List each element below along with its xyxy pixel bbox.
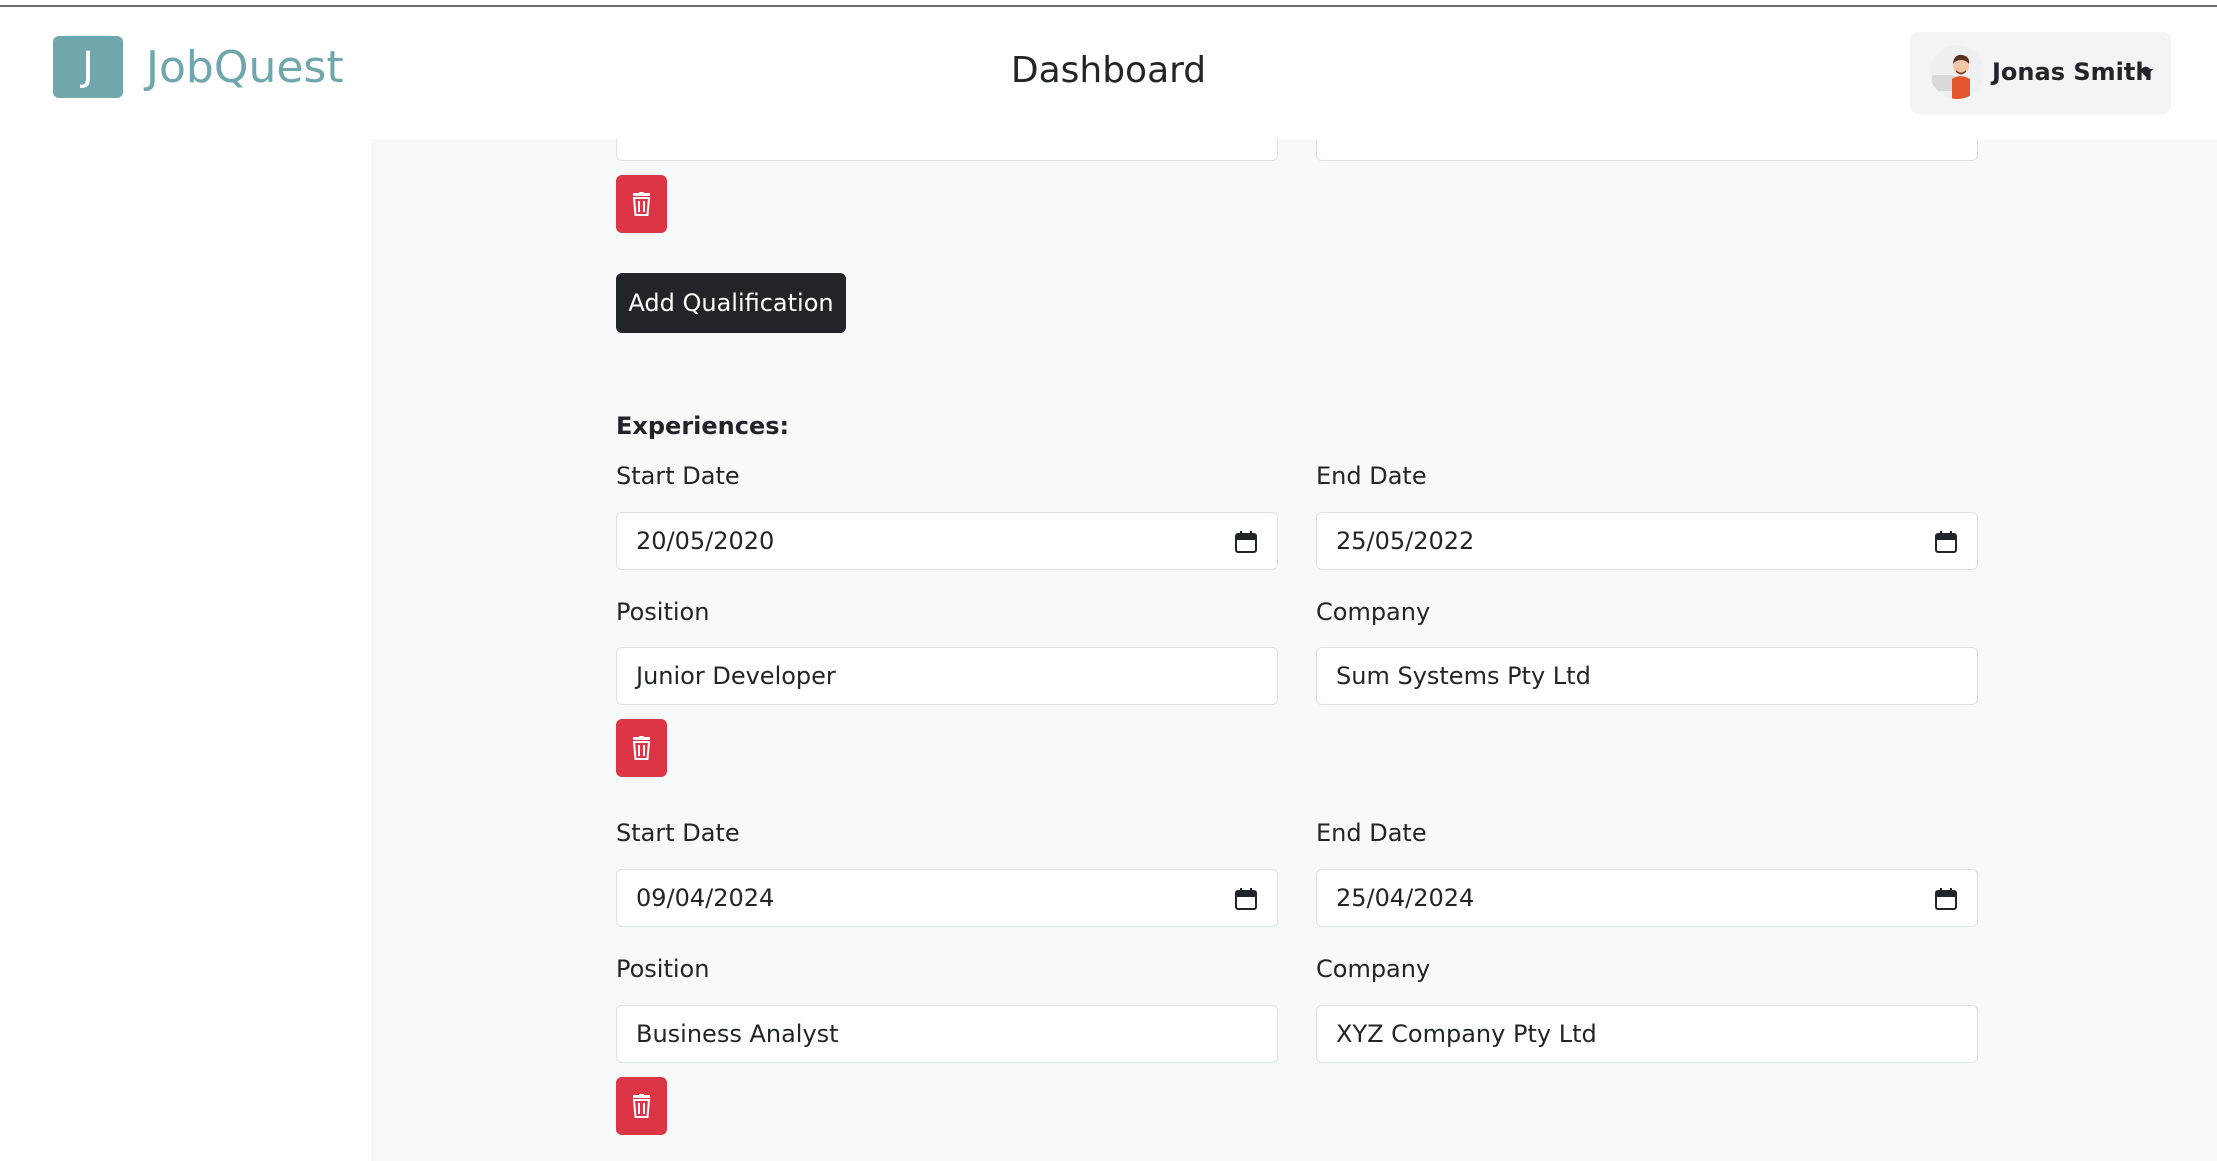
trash-icon <box>632 192 651 216</box>
delete-experience-button[interactable] <box>616 1077 667 1135</box>
start-date-label: Start Date <box>616 819 740 847</box>
delete-qualification-button[interactable] <box>616 175 667 233</box>
profile-form: Masters in Business Administration Unive… <box>371 139 2217 1161</box>
calendar-icon[interactable] <box>1235 888 1257 910</box>
delete-experience-button[interactable] <box>616 719 667 777</box>
calendar-icon[interactable] <box>1935 888 1957 910</box>
position-input[interactable]: Junior Developer <box>616 647 1278 705</box>
top-border <box>0 0 2217 7</box>
company-label: Company <box>1316 598 1431 626</box>
trash-icon <box>632 736 651 760</box>
position-label: Position <box>616 955 710 983</box>
start-date-input[interactable]: 20/05/2020 <box>616 512 1278 570</box>
start-date-label: Start Date <box>616 462 740 490</box>
end-date-value: 25/05/2022 <box>1336 527 1475 555</box>
user-name: Jonas Smith <box>1992 58 2153 86</box>
qualification-institution-input[interactable]: University of Melbourne <box>1316 139 1978 161</box>
avatar <box>1930 45 1984 99</box>
company-label: Company <box>1316 955 1431 983</box>
end-date-label: End Date <box>1316 462 1427 490</box>
page-title: Dashboard <box>1010 50 1207 91</box>
company-input[interactable]: XYZ Company Pty Ltd <box>1316 1005 1978 1063</box>
position-input[interactable]: Business Analyst <box>616 1005 1278 1063</box>
trash-icon <box>632 1094 651 1118</box>
company-input[interactable]: Sum Systems Pty Ltd <box>1316 647 1978 705</box>
caret-down-icon <box>2139 69 2153 77</box>
qualification-degree-input[interactable]: Masters in Business Administration <box>616 139 1278 161</box>
calendar-icon[interactable] <box>1935 531 1957 553</box>
start-date-value: 20/05/2020 <box>636 527 775 555</box>
start-date-input[interactable]: 09/04/2024 <box>616 869 1278 927</box>
user-menu-button[interactable]: Jonas Smith <box>1910 32 2171 114</box>
experiences-heading: Experiences: <box>616 412 790 440</box>
start-date-value: 09/04/2024 <box>636 884 775 912</box>
end-date-label: End Date <box>1316 819 1427 847</box>
position-label: Position <box>616 598 710 626</box>
end-date-input[interactable]: 25/05/2022 <box>1316 512 1978 570</box>
add-qualification-button[interactable]: Add Qualification <box>616 273 846 333</box>
end-date-value: 25/04/2024 <box>1336 884 1475 912</box>
calendar-icon[interactable] <box>1235 531 1257 553</box>
navbar: J JobQuest Dashboard Jonas Smith <box>0 7 2217 139</box>
end-date-input[interactable]: 25/04/2024 <box>1316 869 1978 927</box>
